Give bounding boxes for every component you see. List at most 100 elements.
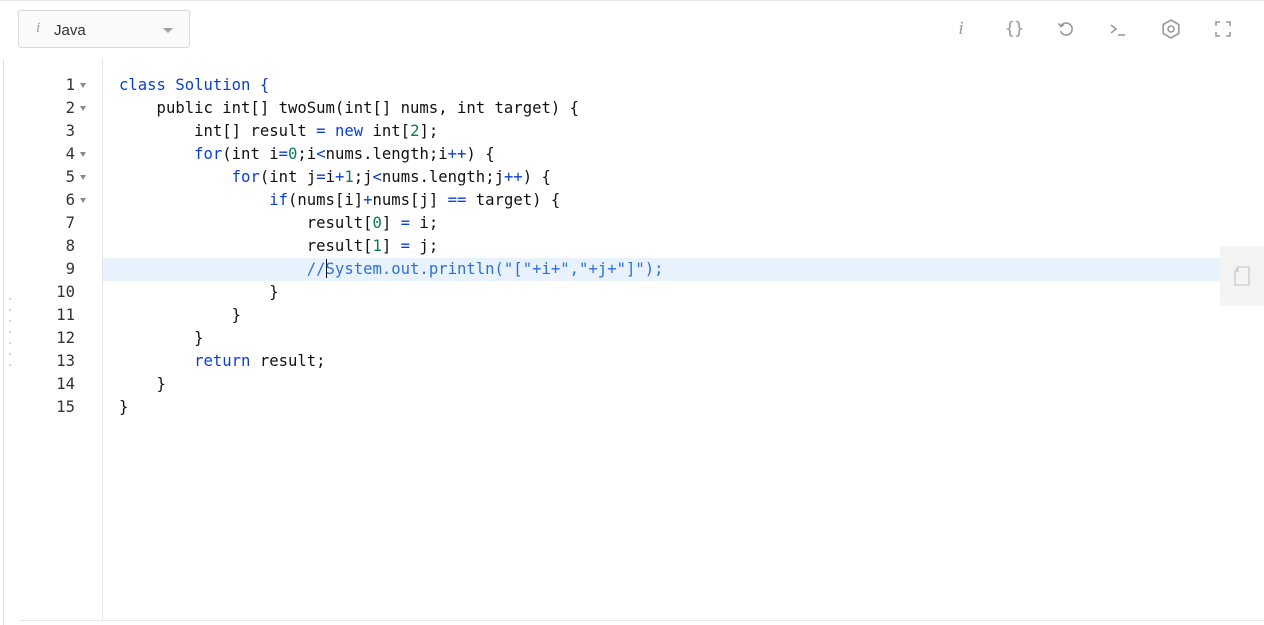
info-icon[interactable]: i [949, 17, 973, 41]
line-number: 14 [56, 375, 75, 393]
code-token: 1 [344, 168, 354, 186]
code-token: result; [250, 352, 326, 370]
code-line[interactable]: 4 for(int i=0;i<nums.length;i++) { [19, 143, 1264, 166]
fullscreen-icon[interactable] [1211, 17, 1235, 41]
code-token: (nums[i] [288, 191, 364, 209]
code-line[interactable]: 5 for(int j=i+1;j<nums.length;j++) { [19, 166, 1264, 189]
code-token: // [306, 260, 326, 278]
code-line-active[interactable]: 9 //System.out.println("["+i+","+j+"]"); [19, 258, 1264, 281]
code-token: 0 [372, 214, 382, 232]
code-token: ;i [297, 145, 317, 163]
code-token: ) { [522, 168, 551, 186]
code-line[interactable]: 7 result[0] = i; [19, 212, 1264, 235]
code-token: System.out.println("["+i+","+j+"]"); [325, 260, 664, 278]
code-token: ++ [503, 168, 523, 186]
info-glyph: i [958, 18, 964, 39]
code-line[interactable]: 1 class Solution { [19, 74, 1264, 97]
code-text: for(int i=0;i<nums.length;i++) { [119, 143, 494, 166]
fold-toggle-icon[interactable] [80, 175, 86, 180]
line-number: 5 [65, 168, 75, 186]
console-icon[interactable] [1106, 17, 1130, 41]
settings-icon[interactable] [1159, 17, 1183, 41]
code-token: int[] result [119, 122, 317, 140]
format-code-icon[interactable]: {} [1002, 17, 1026, 41]
clipboard-icon [1234, 266, 1250, 286]
code-text: for(int j=i+1;j<nums.length;j++) { [119, 166, 551, 189]
code-text: if(nums[i]+nums[j] == target) { [119, 189, 560, 212]
code-line[interactable]: 10 } [19, 281, 1264, 304]
code-token: = [400, 214, 411, 232]
line-number: 13 [56, 352, 75, 370]
line-number: 4 [65, 145, 75, 163]
code-token: ] [381, 214, 401, 232]
code-token: ;j [353, 168, 373, 186]
code-token: } [119, 283, 279, 301]
code-line[interactable]: 2 public int[] twoSum(int[] nums, int ta… [19, 97, 1264, 120]
code-text: } [119, 396, 128, 419]
editor-bottom-border [19, 620, 1264, 621]
line-number: 11 [56, 306, 75, 324]
code-line[interactable]: 15 } [19, 396, 1264, 419]
code-text: result[1] = j; [119, 235, 438, 258]
code-line[interactable]: 8 result[1] = j; [19, 235, 1264, 258]
code-token: ++ [447, 145, 467, 163]
braces-glyph: {} [1004, 19, 1025, 39]
code-token: result[ [119, 214, 373, 232]
code-token: = [316, 168, 326, 186]
code-line[interactable]: 11 } [19, 304, 1264, 327]
fold-toggle-icon[interactable] [80, 198, 86, 203]
code-text: public int[] twoSum(int[] nums, int targ… [119, 97, 579, 120]
fold-toggle-icon[interactable] [80, 152, 86, 157]
line-number: 7 [65, 214, 75, 232]
code-line[interactable]: 14 } [19, 373, 1264, 396]
code-token: + [363, 191, 373, 209]
reset-icon[interactable] [1054, 17, 1078, 41]
code-text: return result; [119, 350, 326, 373]
resize-handle[interactable] [8, 298, 12, 366]
code-token: new [334, 122, 364, 140]
code-text: } [119, 327, 204, 350]
code-token: i; [410, 214, 439, 232]
side-panel-toggle[interactable] [1220, 246, 1264, 306]
code-token: ]; [419, 122, 439, 140]
code-text: } [119, 373, 166, 396]
code-token: < [316, 145, 326, 163]
code-token: class Solution { [119, 76, 270, 94]
code-text: } [119, 281, 279, 304]
language-select[interactable]: i Java [18, 10, 190, 48]
line-number: 2 [65, 99, 75, 117]
code-line[interactable]: 12 } [19, 327, 1264, 350]
code-token: j; [410, 237, 439, 255]
editor-toolbar: i Java i {} [0, 0, 1264, 59]
code-token: int[ [363, 122, 411, 140]
code-token: } [119, 398, 129, 416]
code-line[interactable]: 6 if(nums[i]+nums[j] == target) { [19, 189, 1264, 212]
fold-toggle-icon[interactable] [80, 106, 86, 111]
code-token: target) { [466, 191, 561, 209]
code-token: < [372, 168, 382, 186]
code-token: == [447, 191, 467, 209]
code-token: 1 [372, 237, 382, 255]
code-line[interactable]: 3 int[] result = new int[2]; [19, 120, 1264, 143]
code-token: } [119, 306, 242, 324]
code-token: = [400, 237, 411, 255]
code-token: (int j [259, 168, 317, 186]
line-number: 6 [65, 191, 75, 209]
code-text: //System.out.println("["+i+","+j+"]"); [119, 258, 664, 281]
fold-toggle-icon[interactable] [80, 83, 86, 88]
code-token: return [194, 352, 251, 370]
code-token: result[ [119, 237, 373, 255]
code-token: for [231, 168, 260, 186]
code-text: int[] result = new int[2]; [119, 120, 438, 143]
language-label: Java [54, 22, 86, 39]
code-token: for [194, 145, 223, 163]
code-line[interactable]: 13 return result; [19, 350, 1264, 373]
code-token: ] [381, 237, 401, 255]
code-token: public int[] twoSum(int[] nums, int targ… [119, 99, 580, 117]
line-number: 15 [56, 398, 75, 416]
code-token: } [119, 329, 204, 347]
line-number: 10 [56, 283, 75, 301]
